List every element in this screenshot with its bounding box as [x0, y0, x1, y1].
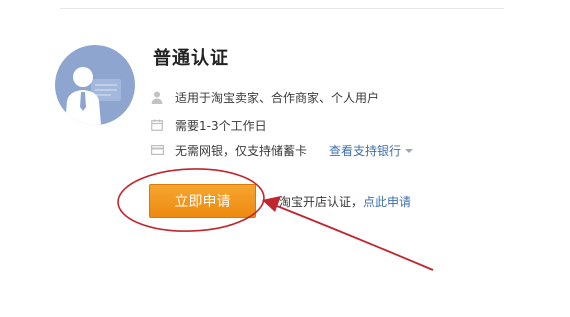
- chevron-down-icon: [405, 149, 414, 153]
- feature-user-type: 适用于淘宝卖家、合作商家、个人用户: [150, 88, 379, 106]
- store-note-text: 淘宝开店认证，: [279, 195, 364, 209]
- user-icon: [150, 90, 164, 104]
- supported-banks-link[interactable]: 查看支持银行: [329, 142, 414, 159]
- avatar: [55, 45, 135, 125]
- feature-text: 无需网银，仅支持储蓄卡: [175, 143, 308, 158]
- feature-text: 适用于淘宝卖家、合作商家、个人用户: [175, 90, 380, 105]
- calendar-icon: [150, 118, 164, 132]
- page-title: 普通认证: [153, 48, 229, 69]
- feature-duration: 需要1-3个工作日: [150, 116, 267, 134]
- supported-banks-label: 查看支持银行: [329, 143, 402, 158]
- store-apply-link[interactable]: 点此申请: [363, 195, 411, 209]
- feature-text: 需要1-3个工作日: [175, 118, 267, 133]
- person-avatar-icon: [65, 67, 121, 125]
- top-divider: [60, 8, 504, 9]
- card-icon: [150, 143, 164, 157]
- apply-now-button[interactable]: 立即申请: [149, 184, 256, 218]
- arrow-line: [271, 203, 434, 271]
- store-auth-note: 淘宝开店认证，点此申请: [279, 193, 411, 210]
- feature-payment: 无需网银，仅支持储蓄卡 查看支持银行: [150, 141, 414, 159]
